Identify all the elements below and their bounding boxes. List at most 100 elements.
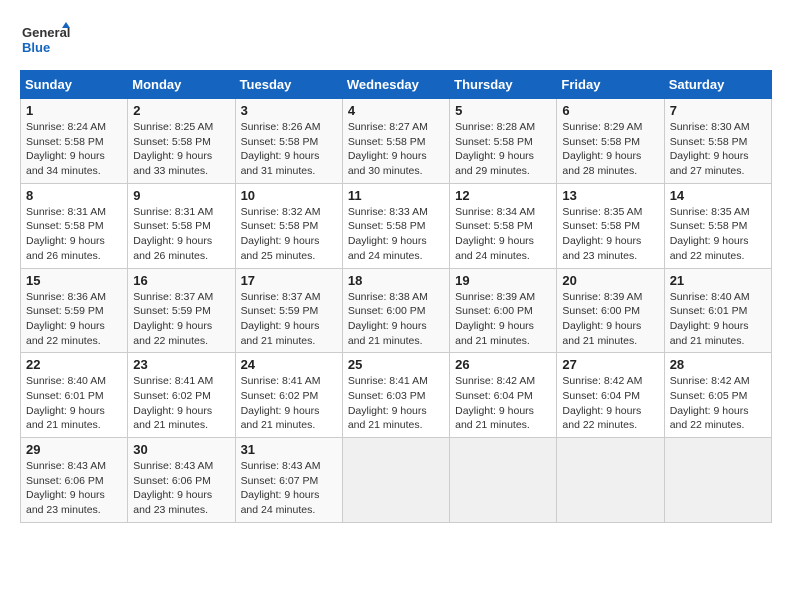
sunset-time: 6:06 PM: [65, 475, 104, 487]
day-number: 23: [133, 357, 229, 372]
sunset-time: 6:05 PM: [708, 390, 747, 402]
daylight-label: Daylight:: [455, 405, 496, 417]
sunset-label: Sunset:: [241, 390, 277, 402]
sunset-label: Sunset:: [562, 136, 598, 148]
calendar-cell: 26 Sunrise: 8:42 AM Sunset: 6:04 PM Dayl…: [450, 353, 557, 438]
cell-content: Sunrise: 8:30 AM Sunset: 5:58 PM Dayligh…: [670, 120, 766, 179]
calendar-header-row: SundayMondayTuesdayWednesdayThursdayFrid…: [21, 71, 772, 99]
day-number: 26: [455, 357, 551, 372]
sunset-label: Sunset:: [241, 305, 277, 317]
sunrise-time: 8:32 AM: [282, 206, 321, 218]
sunrise-time: 8:37 AM: [175, 291, 214, 303]
day-number: 19: [455, 273, 551, 288]
sunrise-label: Sunrise:: [133, 291, 172, 303]
day-number: 31: [241, 442, 337, 457]
sunset-label: Sunset:: [241, 475, 277, 487]
sunset-time: 5:58 PM: [386, 220, 425, 232]
sunset-time: 6:01 PM: [65, 390, 104, 402]
sunrise-time: 8:43 AM: [67, 460, 106, 472]
daylight-label: Daylight:: [670, 150, 711, 162]
calendar-cell: 6 Sunrise: 8:29 AM Sunset: 5:58 PM Dayli…: [557, 99, 664, 184]
sunset-label: Sunset:: [670, 305, 706, 317]
sunrise-time: 8:43 AM: [282, 460, 321, 472]
sunset-time: 5:59 PM: [172, 305, 211, 317]
calendar-cell: 27 Sunrise: 8:42 AM Sunset: 6:04 PM Dayl…: [557, 353, 664, 438]
cell-content: Sunrise: 8:35 AM Sunset: 5:58 PM Dayligh…: [670, 205, 766, 264]
svg-text:Blue: Blue: [22, 40, 50, 55]
sunset-label: Sunset:: [348, 390, 384, 402]
calendar-week-row: 15 Sunrise: 8:36 AM Sunset: 5:59 PM Dayl…: [21, 268, 772, 353]
daylight-label: Daylight:: [455, 235, 496, 247]
calendar-cell: 15 Sunrise: 8:36 AM Sunset: 5:59 PM Dayl…: [21, 268, 128, 353]
sunset-label: Sunset:: [133, 305, 169, 317]
day-number: 13: [562, 188, 658, 203]
cell-content: Sunrise: 8:39 AM Sunset: 6:00 PM Dayligh…: [455, 290, 551, 349]
sunset-label: Sunset:: [455, 136, 491, 148]
daylight-label: Daylight:: [348, 150, 389, 162]
calendar-cell: [557, 438, 664, 523]
daylight-label: Daylight:: [241, 489, 282, 501]
daylight-label: Daylight:: [241, 405, 282, 417]
sunset-time: 5:58 PM: [65, 220, 104, 232]
sunset-label: Sunset:: [670, 136, 706, 148]
sunset-time: 5:58 PM: [601, 136, 640, 148]
cell-content: Sunrise: 8:28 AM Sunset: 5:58 PM Dayligh…: [455, 120, 551, 179]
daylight-label: Daylight:: [133, 320, 174, 332]
daylight-label: Daylight:: [670, 320, 711, 332]
sunset-label: Sunset:: [348, 220, 384, 232]
cell-content: Sunrise: 8:40 AM Sunset: 6:01 PM Dayligh…: [26, 374, 122, 433]
sunrise-label: Sunrise:: [241, 206, 280, 218]
cell-content: Sunrise: 8:35 AM Sunset: 5:58 PM Dayligh…: [562, 205, 658, 264]
sunrise-time: 8:30 AM: [711, 121, 750, 133]
sunset-label: Sunset:: [455, 220, 491, 232]
day-number: 5: [455, 103, 551, 118]
sunset-label: Sunset:: [348, 136, 384, 148]
col-header-monday: Monday: [128, 71, 235, 99]
sunrise-label: Sunrise:: [670, 121, 709, 133]
sunrise-time: 8:39 AM: [497, 291, 536, 303]
sunrise-label: Sunrise:: [241, 460, 280, 472]
sunrise-label: Sunrise:: [455, 291, 494, 303]
calendar-cell: 28 Sunrise: 8:42 AM Sunset: 6:05 PM Dayl…: [664, 353, 771, 438]
cell-content: Sunrise: 8:42 AM Sunset: 6:04 PM Dayligh…: [562, 374, 658, 433]
day-number: 25: [348, 357, 444, 372]
cell-content: Sunrise: 8:41 AM Sunset: 6:02 PM Dayligh…: [241, 374, 337, 433]
calendar-week-row: 29 Sunrise: 8:43 AM Sunset: 6:06 PM Dayl…: [21, 438, 772, 523]
sunset-time: 6:04 PM: [494, 390, 533, 402]
calendar-week-row: 8 Sunrise: 8:31 AM Sunset: 5:58 PM Dayli…: [21, 183, 772, 268]
sunrise-time: 8:39 AM: [604, 291, 643, 303]
sunset-time: 6:02 PM: [279, 390, 318, 402]
sunset-label: Sunset:: [133, 475, 169, 487]
daylight-label: Daylight:: [26, 320, 67, 332]
sunrise-time: 8:26 AM: [282, 121, 321, 133]
col-header-saturday: Saturday: [664, 71, 771, 99]
calendar-cell: 19 Sunrise: 8:39 AM Sunset: 6:00 PM Dayl…: [450, 268, 557, 353]
day-number: 22: [26, 357, 122, 372]
sunset-label: Sunset:: [562, 305, 598, 317]
sunset-label: Sunset:: [26, 136, 62, 148]
daylight-label: Daylight:: [562, 235, 603, 247]
day-number: 1: [26, 103, 122, 118]
sunset-time: 5:58 PM: [708, 136, 747, 148]
calendar-cell: 31 Sunrise: 8:43 AM Sunset: 6:07 PM Dayl…: [235, 438, 342, 523]
calendar-cell: 21 Sunrise: 8:40 AM Sunset: 6:01 PM Dayl…: [664, 268, 771, 353]
header: General Blue: [20, 20, 772, 60]
daylight-label: Daylight:: [133, 150, 174, 162]
sunset-label: Sunset:: [348, 305, 384, 317]
sunset-time: 6:00 PM: [386, 305, 425, 317]
day-number: 29: [26, 442, 122, 457]
calendar-cell: 30 Sunrise: 8:43 AM Sunset: 6:06 PM Dayl…: [128, 438, 235, 523]
sunrise-time: 8:41 AM: [282, 375, 321, 387]
calendar-cell: 18 Sunrise: 8:38 AM Sunset: 6:00 PM Dayl…: [342, 268, 449, 353]
sunset-label: Sunset:: [241, 220, 277, 232]
calendar-cell: [664, 438, 771, 523]
sunrise-time: 8:31 AM: [175, 206, 214, 218]
calendar-cell: 17 Sunrise: 8:37 AM Sunset: 5:59 PM Dayl…: [235, 268, 342, 353]
daylight-label: Daylight:: [562, 405, 603, 417]
sunset-label: Sunset:: [133, 136, 169, 148]
sunrise-label: Sunrise:: [348, 375, 387, 387]
sunset-label: Sunset:: [26, 390, 62, 402]
daylight-label: Daylight:: [562, 150, 603, 162]
sunrise-label: Sunrise:: [562, 121, 601, 133]
sunset-time: 6:00 PM: [601, 305, 640, 317]
